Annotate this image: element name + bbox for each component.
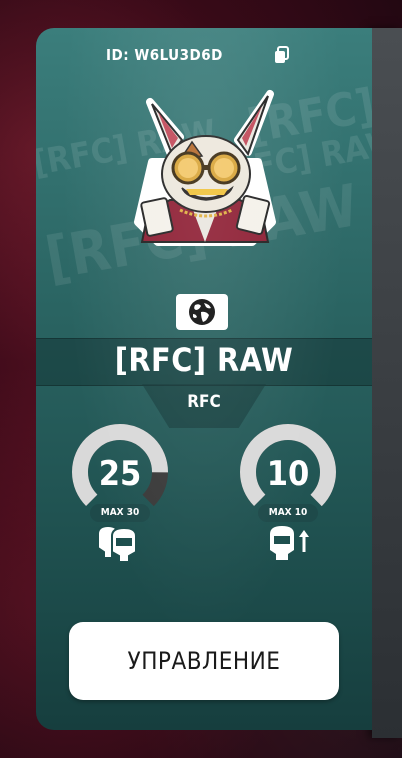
capacity-upgrade-icon	[270, 526, 309, 560]
members-count: 25	[98, 454, 142, 494]
capacity-count: 10	[266, 454, 310, 494]
manage-button[interactable]: УПРАВЛЕНИЕ	[69, 622, 339, 700]
adjacent-card-edge[interactable]	[372, 28, 402, 738]
copy-icon[interactable]	[274, 46, 290, 64]
members-max-badge: MAX 30	[90, 504, 150, 522]
clan-name: [RFC] RAW	[114, 341, 294, 379]
clan-card: [RFC] RAW [RFC] RAW [RFC] RAW [RFC] RAW …	[36, 28, 372, 730]
clan-id: ID: W6LU3D6D	[106, 46, 223, 64]
members-icon	[97, 524, 137, 563]
members-gauge: 25 MAX 30	[68, 420, 172, 524]
region-badge	[176, 294, 228, 330]
capacity-max-badge: MAX 10	[258, 504, 318, 522]
globe-icon	[189, 299, 215, 325]
rabbit-emblem-icon	[134, 90, 276, 246]
clan-tag: RFC	[187, 392, 221, 412]
capacity-gauge: 10 MAX 10	[236, 420, 340, 524]
